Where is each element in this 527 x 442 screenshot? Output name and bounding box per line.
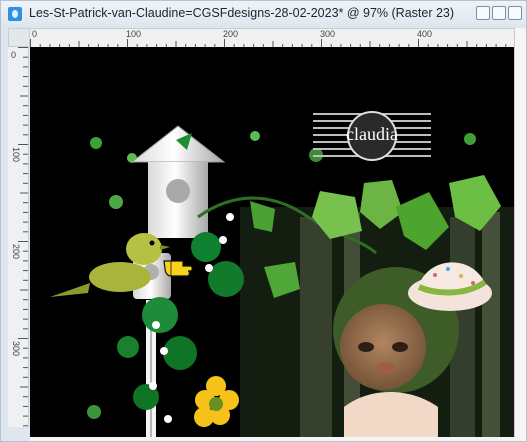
- image-window-icon: [8, 7, 22, 21]
- artwork: [30, 47, 516, 441]
- claudia-watermark: claudia: [313, 108, 431, 172]
- window-title: Les-St-Patrick-van-Claudine=CGSFdesigns-…: [29, 6, 455, 20]
- title-bar[interactable]: Les-St-Patrick-van-Claudine=CGSFdesigns-…: [1, 1, 526, 28]
- horizontal-scrollbar[interactable]: [30, 437, 516, 441]
- image-window: Les-St-Patrick-van-Claudine=CGSFdesigns-…: [0, 0, 527, 442]
- ruler-corner: [8, 28, 30, 47]
- watermark-text: claudia: [346, 124, 398, 144]
- vertical-ruler-ticks: [18, 47, 28, 427]
- image-canvas[interactable]: claudia: [30, 47, 516, 441]
- close-button[interactable]: [508, 6, 522, 20]
- maximize-button[interactable]: [492, 6, 506, 20]
- vertical-scrollbar[interactable]: [514, 28, 526, 441]
- vertical-ruler[interactable]: 0 100 200 300: [8, 47, 29, 427]
- watermark-logo: claudia: [313, 111, 431, 161]
- horizontal-ruler-ticks: [30, 39, 516, 48]
- minimize-button[interactable]: [476, 6, 490, 20]
- horizontal-ruler[interactable]: 0 100 200 300 400 500: [30, 28, 516, 49]
